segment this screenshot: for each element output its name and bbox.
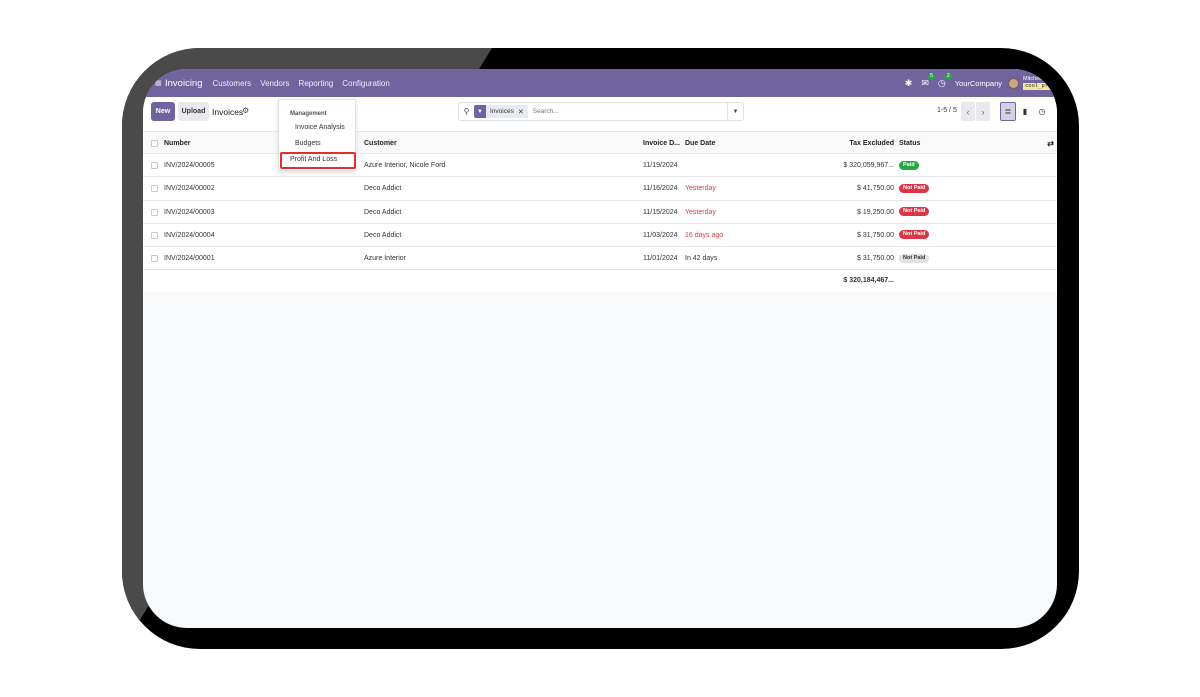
col-customer[interactable]: Customer — [364, 132, 397, 155]
dropdown-section-header: Management — [290, 111, 327, 117]
cell-tax-excluded: $ 320,059,967... — [843, 162, 894, 170]
pager-next-chevron-right-icon[interactable]: › — [976, 102, 990, 121]
activities-clock-icon[interactable]: ◷ 2 — [938, 72, 952, 89]
filter-facet: ▼ Invoices ✕ — [474, 105, 528, 118]
cell-invoice-date: 11/15/2024 — [643, 208, 678, 216]
total-tax-excluded: $ 320,184,467... — [843, 277, 894, 285]
col-due-date[interactable]: Due Date — [685, 132, 715, 155]
menu-vendors[interactable]: Vendors — [260, 79, 289, 88]
search-options-toggle-icon[interactable]: ▼ — [727, 102, 743, 121]
cell-due-date: Yesterday — [685, 185, 716, 193]
cell-customer: Deco Addict — [364, 185, 402, 193]
cell-invoice-date: 11/01/2024 — [643, 254, 678, 262]
table-row[interactable]: INV/2024/00004 Deco Addict 11/03/2024 16… — [143, 223, 1057, 247]
status-badge: Not Paid — [899, 253, 930, 263]
table-row[interactable]: INV/2024/00001 Azure Interior 11/01/2024… — [143, 246, 1057, 271]
apps-menu-icon[interactable]: ▦ — [155, 79, 163, 87]
cell-customer: Deco Addict — [364, 208, 402, 216]
top-navbar: ▦ Invoicing Customers Vendors Reporting … — [143, 69, 1057, 97]
activity-view-clock-icon[interactable]: ◷ — [1034, 102, 1050, 121]
status-badge: Not Paid — [899, 230, 930, 240]
cell-customer: Deco Addict — [364, 231, 402, 239]
messages-icon[interactable]: ✉ 5 — [921, 72, 935, 89]
list-view-icon[interactable]: ≣ — [1000, 102, 1016, 121]
app-name[interactable]: Invoicing — [165, 78, 203, 89]
menu-reporting[interactable]: Reporting — [299, 79, 334, 88]
facet-label: Invoices — [490, 108, 514, 115]
row-checkbox[interactable] — [151, 162, 158, 170]
cell-number: INV/2024/00003 — [164, 208, 215, 216]
cell-tax-excluded: $ 41,750.00 — [857, 185, 894, 193]
search-input[interactable] — [532, 108, 727, 115]
company-switcher[interactable]: YourCompany — [955, 79, 1002, 88]
status-cell: Not Paid — [899, 177, 930, 200]
upload-button[interactable]: Upload — [178, 102, 209, 121]
totals-row: $ 320,184,467... — [143, 270, 1057, 293]
row-checkbox[interactable] — [151, 254, 158, 262]
cell-number: INV/2024/00004 — [164, 231, 215, 239]
menu-customers[interactable]: Customers — [213, 79, 252, 88]
cell-customer: Azure Interior — [364, 254, 407, 262]
cell-due-date: 16 days ago — [685, 231, 724, 239]
row-checkbox[interactable] — [151, 208, 158, 216]
menu-item-invoice-analysis[interactable]: Invoice Analysis — [295, 124, 345, 131]
cell-tax-excluded: $ 19,250.00 — [857, 208, 894, 216]
status-badge: Paid — [899, 160, 919, 170]
cell-number: INV/2024/00005 — [164, 162, 215, 170]
select-all-checkbox[interactable] — [151, 140, 158, 147]
col-number[interactable]: Number — [164, 132, 190, 155]
col-invoice-date[interactable]: Invoice D... — [643, 132, 680, 155]
menu-item-budgets[interactable]: Budgets — [295, 140, 321, 147]
kanban-view-icon[interactable]: ▮ — [1017, 102, 1033, 121]
cell-invoice-date: 11/19/2024 — [643, 162, 678, 170]
app-screen: ▦ Invoicing Customers Vendors Reporting … — [143, 69, 1057, 628]
status-cell: Not Paid — [899, 247, 930, 270]
search-bar: ⚲ ▼ Invoices ✕ ▼ — [458, 102, 744, 121]
row-checkbox[interactable] — [151, 231, 158, 239]
activities-badge: 2 — [944, 72, 952, 80]
cell-number: INV/2024/00001 — [164, 254, 215, 262]
optional-columns-toggle-icon[interactable]: ⇄ — [1047, 132, 1054, 155]
user-menu[interactable]: Mitchell Ad... cool_prof... — [1023, 76, 1057, 90]
row-checkbox[interactable] — [151, 185, 158, 193]
col-tax-excluded[interactable]: Tax Excluded — [849, 132, 894, 155]
user-avatar[interactable] — [1008, 77, 1019, 89]
menu-configuration[interactable]: Configuration — [342, 79, 390, 88]
breadcrumb-title: Invoices — [212, 107, 244, 117]
status-badge: Not Paid — [899, 184, 930, 194]
table-row[interactable]: INV/2024/00003 Deco Addict 11/15/2024 Ye… — [143, 200, 1057, 224]
cell-customer: Azure Interior, Nicole Ford — [364, 162, 446, 170]
debug-bug-icon[interactable]: ✱ — [905, 78, 913, 89]
user-name: Mitchell Ad... — [1023, 76, 1055, 82]
cell-invoice-date: 11/03/2024 — [643, 231, 678, 239]
search-icon: ⚲ — [463, 107, 470, 116]
status-cell: Not Paid — [899, 224, 930, 247]
menu-item-profit-and-loss[interactable]: Profit And Loss — [280, 152, 356, 169]
status-badge: Not Paid — [899, 207, 930, 217]
col-status[interactable]: Status — [899, 132, 920, 155]
cell-tax-excluded: $ 31,750.00 — [857, 254, 894, 262]
status-cell: Paid — [899, 154, 919, 177]
reporting-dropdown-menu: Management Invoice Analysis Budgets Prof… — [278, 99, 356, 171]
gear-icon[interactable]: ⚙ — [242, 106, 249, 115]
pager-value[interactable]: 1-5 / 5 — [937, 107, 957, 114]
database-tag: cool_prof... — [1023, 83, 1057, 90]
status-cell: Not Paid — [899, 201, 930, 224]
cell-invoice-date: 11/16/2024 — [643, 185, 678, 193]
table-row[interactable]: INV/2024/00002 Deco Addict 11/16/2024 Ye… — [143, 177, 1057, 201]
cell-due-date: Yesterday — [685, 208, 716, 216]
filter-funnel-icon: ▼ — [474, 105, 486, 118]
cell-due-date: In 42 days — [685, 254, 718, 262]
menu-item-label: Profit And Loss — [290, 156, 338, 163]
new-button[interactable]: New — [151, 102, 175, 121]
remove-facet-close-icon[interactable]: ✕ — [518, 108, 528, 116]
cell-number: INV/2024/00002 — [164, 185, 215, 193]
pager-previous-chevron-left-icon[interactable]: ‹ — [961, 102, 975, 121]
messages-badge: 5 — [928, 72, 935, 80]
cell-tax-excluded: $ 31,750.00 — [857, 231, 894, 239]
